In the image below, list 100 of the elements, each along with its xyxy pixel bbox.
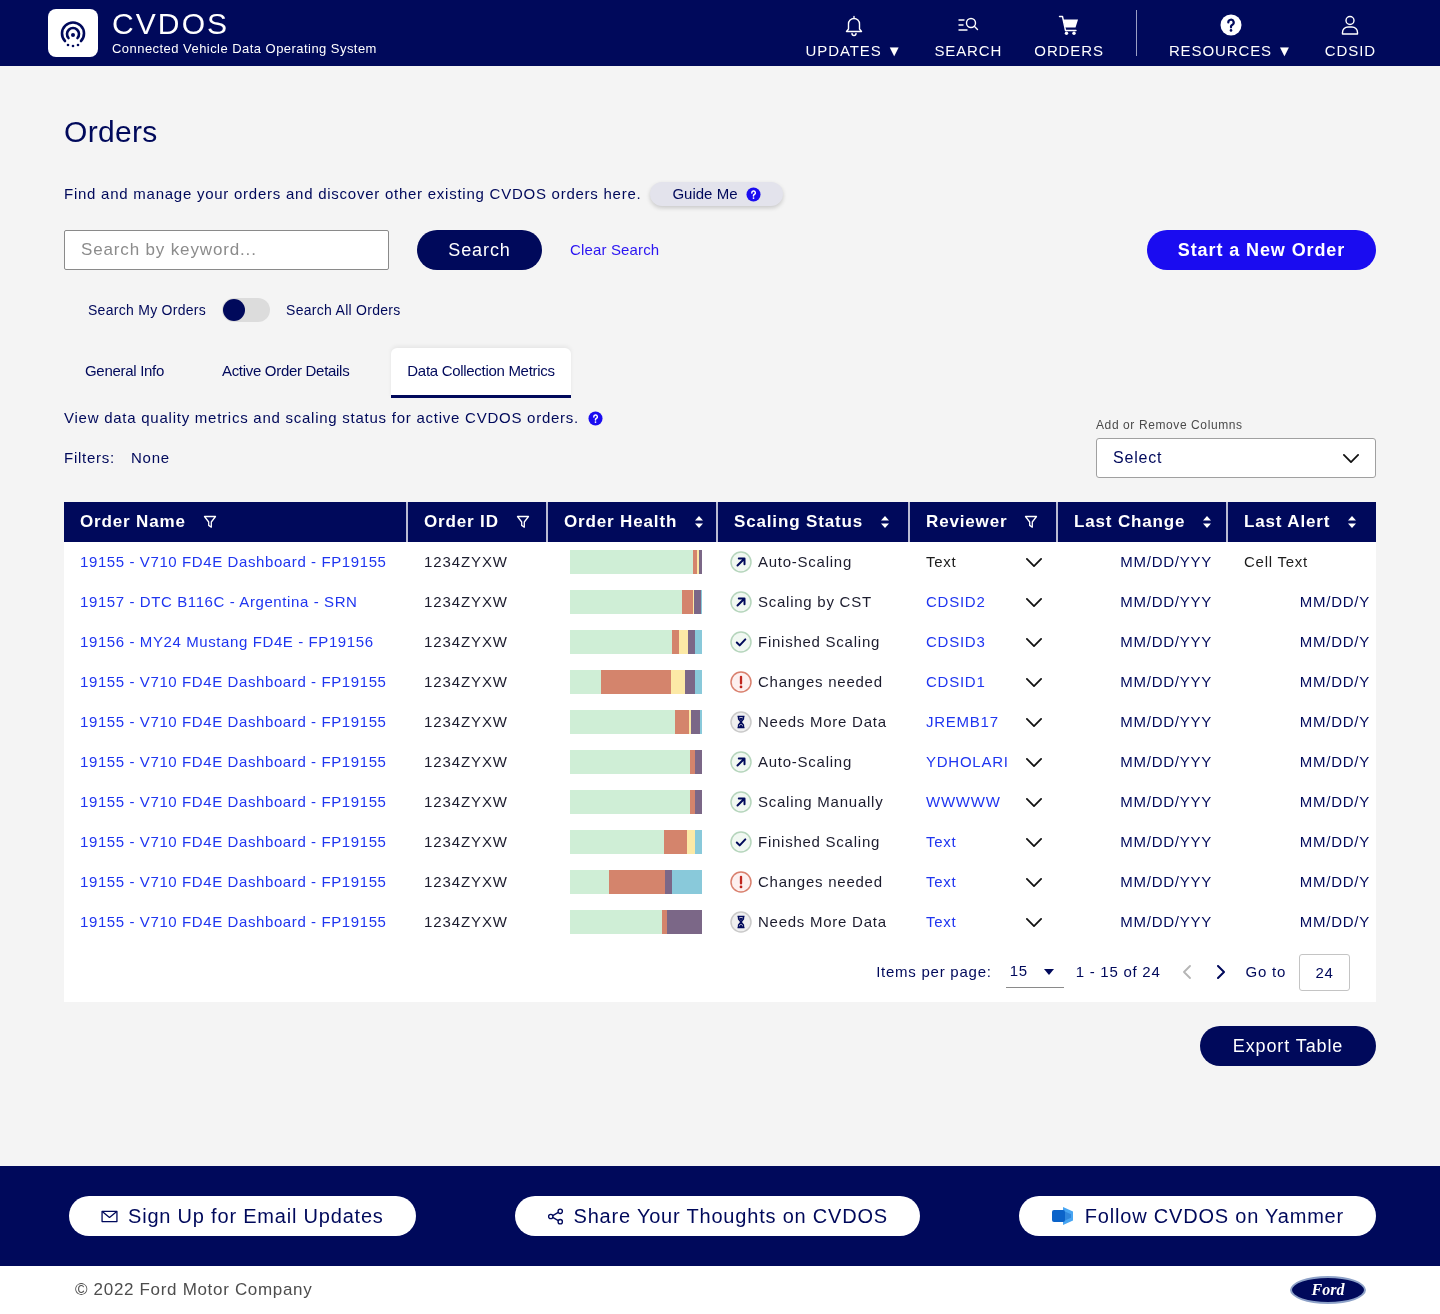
last-change-date: MM/DD/YYY	[1120, 791, 1212, 812]
last-alert-date: MM/DD/Y	[1299, 631, 1370, 652]
scaling-status: Finished Scaling	[758, 631, 881, 652]
tab[interactable]: Active Order Details	[205, 348, 366, 398]
reviewer-link[interactable]: CDSID1	[926, 670, 986, 694]
nav-item[interactable]: SEARCH	[934, 6, 1003, 60]
chevron-down-icon[interactable]	[1026, 837, 1042, 847]
chevron-down-icon[interactable]	[1026, 597, 1042, 607]
export-table-button[interactable]: Export Table	[1200, 1026, 1376, 1066]
scaling-status: Finished Scaling	[758, 831, 881, 852]
reviewer-link[interactable]: CDSID2	[926, 590, 986, 614]
tab[interactable]: General Info	[69, 348, 180, 398]
chevron-down-icon[interactable]	[1026, 717, 1042, 727]
last-alert-date: MM/DD/Y	[1299, 671, 1370, 692]
reviewer-link[interactable]: JREMB17	[926, 710, 999, 734]
order-name-link[interactable]: 19155 - V710 FD4E Dashboard - FP19155	[80, 670, 387, 694]
caret-down-icon	[1043, 968, 1054, 975]
chevron-down-icon[interactable]	[1026, 797, 1042, 807]
chevron-down-icon[interactable]	[1026, 877, 1042, 887]
order-name-link[interactable]: 19155 - V710 FD4E Dashboard - FP19155	[80, 550, 387, 574]
envelope-icon	[101, 1209, 118, 1223]
chevron-right-icon[interactable]	[1216, 965, 1225, 979]
go-to-input[interactable]: 24	[1299, 953, 1350, 991]
order-id: 1234ZYXW	[424, 591, 508, 612]
filter-icon[interactable]	[515, 515, 530, 529]
order-name-link[interactable]: 19155 - V710 FD4E Dashboard - FP19155	[80, 710, 387, 734]
health-bar-segment	[684, 670, 695, 694]
last-change-date: MM/DD/YYY	[1120, 591, 1212, 612]
chevron-down-icon[interactable]	[1026, 917, 1042, 927]
order-id: 1234ZYXW	[424, 831, 508, 852]
order-name-link[interactable]: 19157 - DTC B116C - Argentina - SRN	[80, 590, 358, 614]
check-icon	[730, 831, 752, 853]
sort-icon[interactable]	[694, 515, 705, 529]
share-icon	[546, 1207, 564, 1225]
column-header: Order ID	[424, 511, 499, 534]
last-alert-date: MM/DD/Y	[1299, 711, 1370, 732]
order-id: 1234ZYXW	[424, 791, 508, 812]
reviewer-link[interactable]: Text	[926, 910, 957, 934]
help-icon	[1218, 12, 1243, 37]
scope-toggle[interactable]	[222, 298, 271, 322]
last-alert-text: Cell Text	[1244, 551, 1308, 572]
reviewer-link[interactable]: WWWWW	[926, 790, 1001, 814]
columns-select[interactable]: Select	[1096, 438, 1376, 478]
help-icon[interactable]	[588, 410, 603, 426]
order-id: 1234ZYXW	[424, 551, 508, 572]
chevron-down-icon[interactable]	[1026, 557, 1042, 567]
company-logo: Ford	[1290, 1276, 1366, 1304]
new-order-button[interactable]: Start a New Order	[1147, 230, 1376, 270]
order-name-link[interactable]: 19155 - V710 FD4E Dashboard - FP19155	[80, 790, 387, 814]
guide-me-button[interactable]: Guide Me	[650, 182, 784, 206]
copyright-text: © 2022 Ford Motor Company	[75, 1279, 313, 1302]
footer-link-button[interactable]: Sign Up for Email Updates	[69, 1196, 416, 1236]
search-input[interactable]: Search by keyword...	[64, 230, 389, 270]
filter-icon[interactable]	[1024, 515, 1039, 529]
column-header: Order Health	[564, 511, 678, 534]
chevron-down-icon[interactable]	[1026, 677, 1042, 687]
reviewer-link[interactable]: Text	[926, 830, 957, 854]
reviewer-link[interactable]: YDHOLARI	[926, 750, 1009, 774]
items-per-page-label: Items per page:	[876, 961, 992, 982]
order-name-link[interactable]: 19155 - V710 FD4E Dashboard - FP19155	[80, 750, 387, 774]
order-name-link[interactable]: 19155 - V710 FD4E Dashboard - FP19155	[80, 870, 387, 894]
filter-icon[interactable]	[202, 515, 217, 529]
reviewer-link[interactable]: CDSID3	[926, 630, 986, 654]
chevron-down-icon[interactable]	[1026, 637, 1042, 647]
last-alert-date: MM/DD/Y	[1299, 871, 1370, 892]
last-alert-date: MM/DD/Y	[1299, 751, 1370, 772]
search-button[interactable]: Search	[417, 230, 542, 270]
exclamation-icon	[730, 671, 752, 693]
sort-icon[interactable]	[1202, 515, 1213, 529]
sort-icon[interactable]	[880, 515, 891, 529]
order-id: 1234ZYXW	[424, 631, 508, 652]
order-name-link[interactable]: 19155 - V710 FD4E Dashboard - FP19155	[80, 910, 387, 934]
order-name-link[interactable]: 19156 - MY24 Mustang FD4E - FP19156	[80, 630, 374, 654]
order-id: 1234ZYXW	[424, 711, 508, 732]
sort-icon[interactable]	[1347, 515, 1358, 529]
order-id: 1234ZYXW	[424, 671, 508, 692]
reviewer-link[interactable]: Text	[926, 870, 957, 894]
tab[interactable]: Data Collection Metrics	[391, 348, 571, 398]
nav-item[interactable]: RESOURCES ▼	[1168, 6, 1293, 60]
last-change-date: MM/DD/YYY	[1120, 551, 1212, 572]
chevron-down-icon[interactable]	[1026, 757, 1042, 767]
scaling-status: Needs More Data	[758, 711, 887, 732]
nav-item[interactable]: CDSID	[1324, 6, 1376, 60]
nav-item[interactable]: UPDATES ▼	[805, 6, 903, 60]
last-change-date: MM/DD/YYY	[1120, 711, 1212, 732]
reviewer-text: Text	[926, 551, 957, 572]
footer-link-button[interactable]: Share Your Thoughts on CVDOS	[514, 1196, 920, 1236]
per-page-select[interactable]: 15	[1005, 956, 1064, 988]
clear-search-link[interactable]: Clear Search	[570, 238, 660, 262]
column-header: Order Name	[80, 511, 186, 534]
footer-link-button[interactable]: Follow CVDOS on Yammer	[1018, 1196, 1376, 1236]
app-logo-icon[interactable]	[48, 9, 98, 57]
last-alert-date: MM/DD/Y	[1299, 591, 1370, 612]
order-name-link[interactable]: 19155 - V710 FD4E Dashboard - FP19155	[80, 830, 387, 854]
help-icon	[746, 186, 762, 202]
last-alert-date: MM/DD/Y	[1299, 831, 1370, 852]
exclamation-icon	[730, 871, 752, 893]
nav-item[interactable]: ORDERS	[1034, 6, 1104, 60]
go-to-label: Go to	[1245, 961, 1286, 982]
last-change-date: MM/DD/YYY	[1120, 631, 1212, 652]
